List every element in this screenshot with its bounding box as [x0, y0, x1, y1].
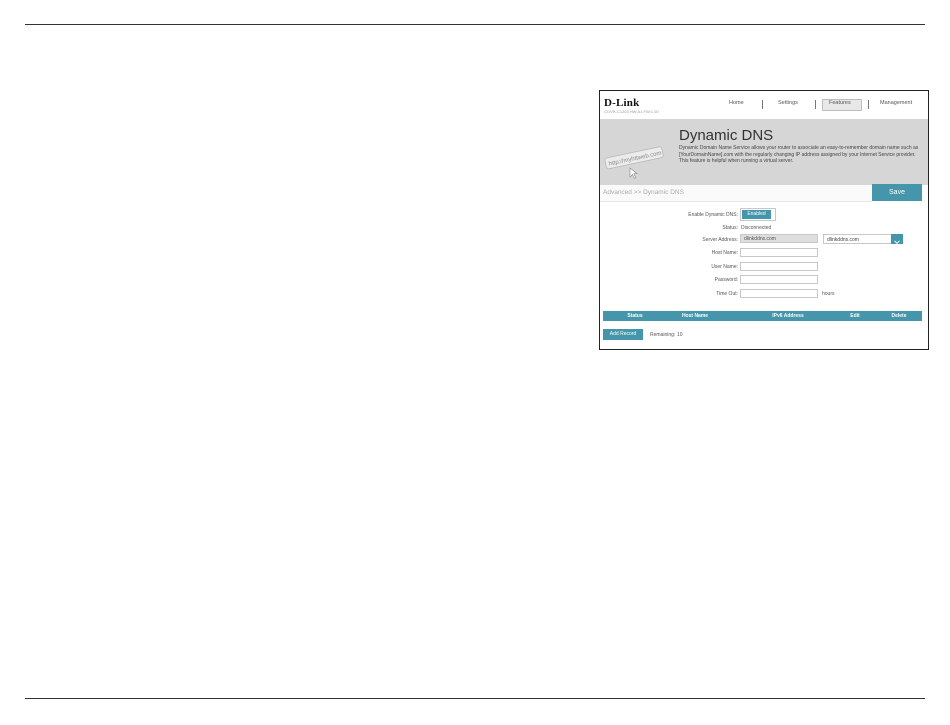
dlink-logo: D-Link — [604, 97, 640, 109]
page-top-rule — [25, 24, 925, 25]
records-table-header: Status Host Name IPv6 Address Edit Delet… — [603, 311, 922, 321]
page-title: Dynamic DNS — [679, 127, 774, 144]
nav-settings[interactable]: Settings — [778, 100, 798, 106]
table-header-host-name: Host Name — [681, 313, 709, 319]
user-name-input[interactable] — [740, 262, 818, 271]
server-address-input[interactable]: dlinkddns.com — [740, 234, 818, 243]
table-header-edit: Edit — [850, 313, 860, 319]
password-label: Password: — [714, 277, 738, 283]
nav-home[interactable]: Home — [729, 100, 744, 106]
server-address-select[interactable]: dlinkddns.com — [823, 234, 903, 245]
save-button[interactable]: Save — [872, 184, 922, 201]
cursor-icon — [629, 167, 638, 179]
host-name-label: Host Name: — [711, 250, 738, 256]
status-label: Status: — [722, 225, 738, 231]
time-out-unit: hours — [822, 291, 835, 297]
nav-features[interactable]: Features — [829, 100, 851, 106]
password-input[interactable] — [740, 275, 818, 284]
breadcrumb: Advanced >> Dynamic DNS — [603, 189, 684, 196]
add-record-button[interactable]: Add Record — [603, 329, 643, 340]
enable-dynamic-dns-toggle[interactable]: Enabled — [740, 208, 776, 221]
select-arrow-button[interactable] — [891, 234, 903, 245]
status-value: Disconnected — [741, 225, 772, 231]
enable-dynamic-dns-label: Enable Dynamic DNS: — [688, 212, 738, 218]
chevron-down-icon — [894, 240, 900, 245]
table-header-ipv6-address: IPv6 Address — [772, 313, 804, 319]
remaining-count: 10 — [677, 332, 683, 338]
time-out-input[interactable] — [740, 289, 818, 298]
server-address-value: dlinkddns.com — [744, 236, 776, 242]
top-bar: D-Link COVR-C1203 HW:A1 FW:1.00 Home Set… — [600, 91, 928, 119]
nav-separator — [762, 100, 763, 109]
url-bar-illustration: http://myhttweb.com — [604, 146, 664, 179]
nav-management[interactable]: Management — [880, 100, 912, 106]
table-header-delete: Delete — [891, 313, 907, 319]
nav-separator — [868, 100, 869, 109]
model-label: COVR-C1203 HW:A1 FW:1.00 — [604, 109, 659, 114]
time-out-label: Time Out: — [716, 291, 738, 297]
page-bottom-rule — [25, 698, 925, 699]
toggle-enabled-state: Enabled — [742, 210, 771, 219]
user-name-label: User Name: — [711, 264, 738, 270]
router-ui-screenshot: D-Link COVR-C1203 HW:A1 FW:1.00 Home Set… — [599, 90, 929, 350]
host-name-input[interactable] — [740, 248, 818, 257]
server-address-label: Server Address: — [702, 237, 738, 243]
page-description: Dynamic Domain Name Service allows your … — [679, 145, 919, 165]
table-header-status: Status — [627, 313, 643, 319]
nav-separator — [815, 100, 816, 109]
remaining-label: Remaining: — [650, 332, 676, 338]
server-select-value: dlinkddns.com — [827, 236, 859, 243]
